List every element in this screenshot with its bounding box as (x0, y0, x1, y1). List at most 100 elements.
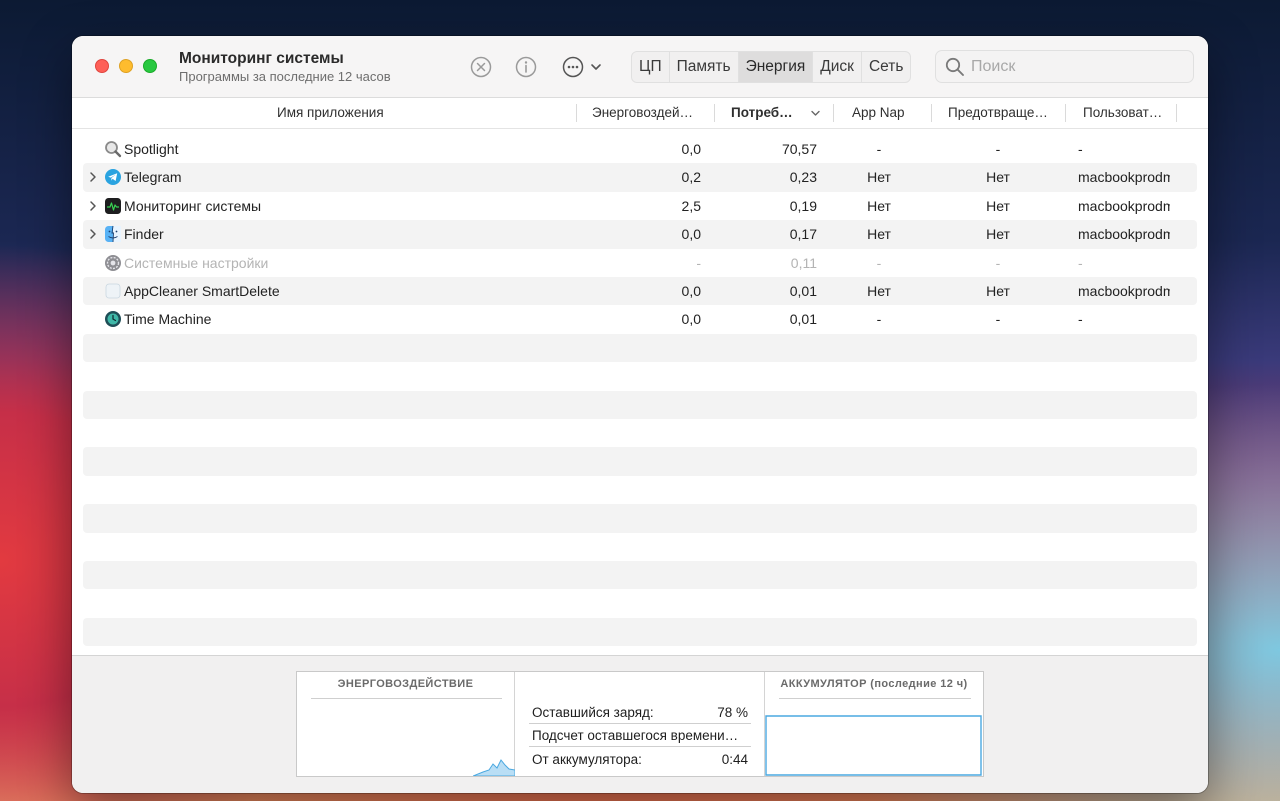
table-row[interactable]: Системные настройки - 0,11 - - - (83, 249, 1197, 277)
energy-impact-value: - (696, 254, 701, 271)
tab-energy[interactable]: Энергия (738, 52, 814, 82)
toolbar: Мониторинг системы Программы за последни… (72, 36, 1208, 98)
empty-row (83, 504, 1197, 533)
column-separator[interactable] (576, 104, 577, 122)
column-app-name[interactable]: Имя приложения (277, 98, 384, 128)
app-nap-value: - (876, 141, 882, 157)
tab-disk[interactable]: Диск (813, 52, 862, 82)
user-value: - (1078, 254, 1083, 271)
energy-impact-value: 0,0 (681, 283, 701, 299)
empty-row (83, 617, 1197, 647)
column-preventing-sleep[interactable]: Предотвраще… (948, 98, 1048, 128)
on-battery-row: От аккумулятора: 0:44 (529, 748, 751, 771)
preventing-sleep-value: - (995, 254, 1001, 271)
search-icon (945, 57, 964, 76)
category-tabs: ЦП Память Энергия Диск Сеть (631, 51, 912, 83)
preventing-sleep-value: Нет (986, 197, 1010, 214)
app-name: Time Machine (124, 311, 212, 328)
empty-row (83, 390, 1197, 419)
window-subtitle: Программы за последние 12 часов (179, 69, 391, 84)
app-name: Мониторинг системы (124, 197, 262, 214)
energy-impact-graph-section: ЭНЕРГОВОЗДЕЙСТВИЕ (297, 672, 515, 776)
fullscreen-window-button[interactable] (143, 59, 157, 73)
app-nap-value: Нет (867, 283, 891, 299)
tab-network[interactable]: Сеть (862, 52, 910, 82)
battery-graph-section: АККУМУЛЯТОР (последние 12 ч) (764, 672, 983, 776)
column-consumption-label: Потреб… (731, 105, 793, 120)
consumption-value: 0,19 (789, 197, 817, 214)
energy-impact-value: 2,5 (681, 197, 701, 214)
search-field[interactable] (935, 50, 1194, 83)
sort-descending-icon (811, 110, 820, 116)
column-separator[interactable] (714, 104, 715, 122)
spotlight-icon (105, 141, 122, 158)
consumption-value: 70,57 (781, 141, 817, 157)
consumption-value: 0,23 (789, 169, 817, 186)
user-value: macbookprodm (1078, 197, 1170, 214)
ellipsis-circle-icon (562, 56, 601, 78)
divider (779, 698, 971, 699)
battery-graph-title: АККУМУЛЯТОР (последние 12 ч) (780, 678, 968, 690)
stat-label: Оставшийся заряд: (532, 705, 654, 720)
table-row[interactable]: Spotlight 0,0 70,57 - - - (83, 135, 1197, 163)
telegram-icon (105, 169, 121, 186)
consumption-value: 0,11 (790, 254, 817, 271)
disclosure-chevron-icon[interactable] (88, 171, 98, 183)
table-row[interactable]: Time Machine 0,0 0,01 - - - (83, 305, 1197, 333)
time-machine-icon (105, 311, 121, 328)
disclosure-chevron-icon[interactable] (88, 200, 98, 212)
app-nap-value: - (876, 311, 882, 328)
tab-memory[interactable]: Память (670, 52, 739, 82)
preventing-sleep-value: Нет (986, 283, 1010, 299)
tab-cpu[interactable]: ЦП (632, 52, 670, 82)
close-window-button[interactable] (95, 59, 109, 73)
column-separator[interactable] (1176, 104, 1177, 122)
app-name: Finder (124, 226, 164, 243)
app-nap-value: - (876, 254, 882, 271)
divider (311, 698, 502, 699)
app-name: Spotlight (124, 141, 179, 157)
stat-label: От аккумулятора: (532, 752, 642, 767)
energy-impact-value: 0,2 (681, 169, 701, 186)
xmark-circle-icon (470, 56, 492, 78)
consumption-value: 0,17 (789, 226, 817, 243)
more-actions-button[interactable] (561, 55, 605, 79)
column-consumption[interactable]: Потреб… (731, 98, 820, 128)
table-row[interactable]: Мониторинг системы 2,5 0,19 Нет Нет macb… (83, 192, 1197, 220)
app-name: Telegram (124, 169, 182, 186)
user-value: - (1078, 141, 1083, 157)
time-remaining-row: Подсчет оставшегося времени… (529, 724, 751, 747)
preventing-sleep-value: Нет (986, 169, 1010, 186)
consumption-value: 0,01 (789, 311, 817, 328)
search-input[interactable] (971, 54, 1181, 80)
column-separator[interactable] (1065, 104, 1066, 122)
inspect-process-button[interactable] (514, 55, 538, 79)
column-header: Имя приложения Энерговоздей… Потреб… App… (72, 98, 1208, 129)
table-row[interactable]: AppCleaner SmartDelete 0,0 0,01 Нет Нет … (83, 277, 1197, 306)
process-table: Spotlight 0,0 70,57 - - - Telegram 0,2 0… (72, 129, 1208, 655)
energy-summary-area: ЭНЕРГОВОЗДЕЙСТВИЕ Оставшийся заряд: 78 %… (72, 655, 1208, 793)
preventing-sleep-value: Нет (986, 226, 1010, 243)
energy-impact-value: 0,0 (681, 311, 701, 328)
column-separator[interactable] (833, 104, 834, 122)
table-row[interactable]: Finder 0,0 0,17 Нет Нет macbookprodm (83, 220, 1197, 249)
stop-process-button[interactable] (469, 55, 493, 79)
table-row[interactable]: Telegram 0,2 0,23 Нет Нет macbookprodm (83, 163, 1197, 192)
minimize-window-button[interactable] (119, 59, 133, 73)
preventing-sleep-value: - (995, 141, 1001, 157)
disclosure-chevron-icon[interactable] (88, 228, 98, 240)
app-nap-value: Нет (867, 197, 891, 214)
battery-charge-row: Оставшийся заряд: 78 % (529, 701, 751, 724)
battery-level-graph (765, 715, 982, 776)
app-nap-value: Нет (867, 169, 891, 186)
app-nap-value: Нет (867, 226, 891, 243)
activity-monitor-icon (105, 197, 121, 214)
column-user[interactable]: Пользоват… (1083, 98, 1162, 128)
empty-row (83, 333, 1197, 363)
consumption-value: 0,01 (789, 283, 817, 299)
column-app-nap[interactable]: App Nap (852, 98, 905, 128)
energy-impact-value: 0,0 (681, 226, 701, 243)
column-separator[interactable] (931, 104, 932, 122)
preventing-sleep-value: - (995, 311, 1001, 328)
column-energy-impact[interactable]: Энерговоздей… (592, 98, 693, 128)
